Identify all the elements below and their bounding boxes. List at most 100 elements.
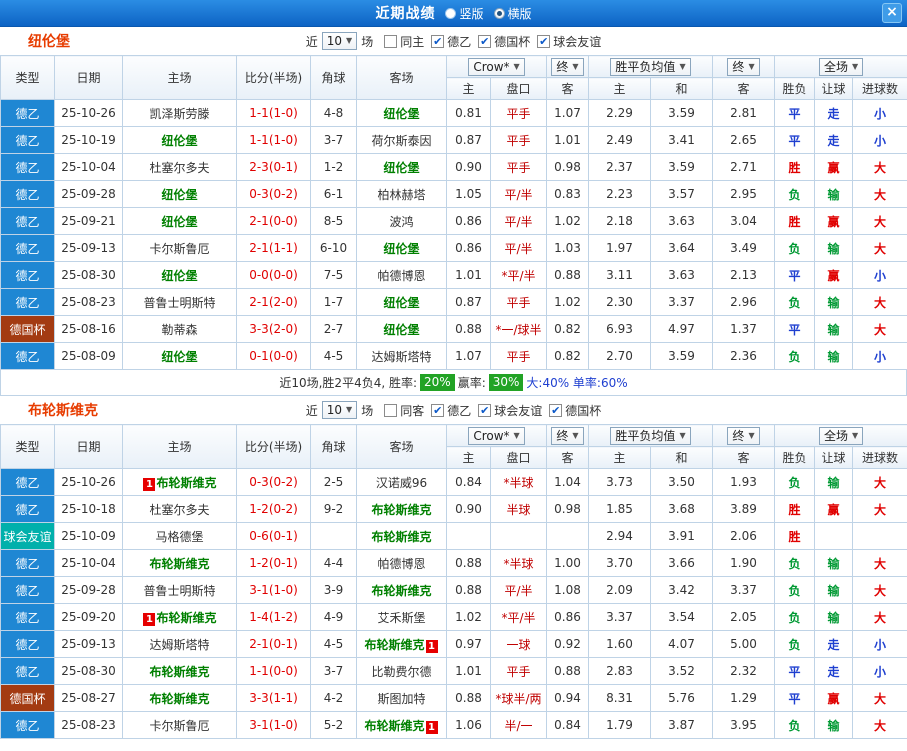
select-value: 胜平负均值 [615, 428, 676, 443]
match-row: 德乙 25-09-28 纽伦堡 0-3(0-2) 6-1 柏林赫塔 1.05 平/半 0.83 2… [0, 180, 907, 208]
avg-away-odds: 5.00 [712, 630, 776, 658]
select-value: 胜平负均值 [615, 59, 676, 74]
away-odds: 0.82 [546, 342, 589, 370]
subcol-header: 盘口 [490, 446, 547, 469]
result-handicap: 赢 [814, 684, 854, 712]
home-team-cell: 布轮斯维克 [122, 684, 237, 712]
layout-radio-vertical[interactable]: 竖版 [445, 5, 484, 22]
filter-bar: 近 10 ▼ 场 同客 ✔ 德乙 ✔ 球会友谊 ✔ 德国杯 [305, 401, 601, 419]
final-odds-select[interactable]: 终 ▼ [551, 426, 584, 445]
filter-checkbox[interactable]: ✔ 德国杯 [549, 402, 601, 419]
filter-checkbox[interactable]: ✔ 球会友谊 [537, 33, 601, 50]
home-odds: 0.97 [446, 630, 491, 658]
away-team-cell: 波鸿 [356, 207, 447, 235]
match-type-badge: 德乙 [0, 603, 55, 631]
checkbox-label: 同客 [400, 403, 425, 418]
team-name: 帕德博恩 [377, 556, 426, 571]
result-wdl: 负 [774, 576, 816, 604]
final-odds-select-2[interactable]: 终 ▼ [727, 57, 760, 76]
home-team-cell: 马格德堡 [122, 522, 237, 550]
match-score: 1-4(1-2) [236, 603, 311, 631]
result-overunder: 小 [852, 657, 907, 685]
header-odds-source: Crow* ▼ [446, 424, 547, 447]
scope-select[interactable]: 全场 ▼ [818, 57, 864, 76]
away-team-cell: 柏林赫塔 [356, 180, 447, 208]
odds-source-select[interactable]: Crow* ▼ [468, 57, 525, 76]
home-odds: 1.01 [446, 261, 491, 289]
filter-near-label: 近 [305, 403, 318, 418]
result-handicap: 输 [814, 711, 854, 739]
layout-radio-horizontal[interactable]: 横版 [493, 5, 532, 22]
filter-checkbox[interactable]: 同主 [384, 33, 424, 50]
filter-checkbox[interactable]: ✔ 德乙 [431, 402, 471, 419]
summary-text: 近10场,胜2平4负4, 胜率: [279, 376, 418, 390]
match-type-badge: 德乙 [0, 495, 55, 523]
header-avg-odds: 胜平负均值 ▼ [587, 55, 714, 78]
avg-home-odds: 3.70 [588, 549, 651, 577]
home-team-cell: 杜塞尔多夫 [122, 153, 237, 181]
avg-odds-select[interactable]: 胜平负均值 ▼ [610, 57, 691, 76]
match-score: 1-2(0-1) [236, 549, 311, 577]
team-name: 布轮斯维克 [371, 502, 432, 517]
avg-away-odds: 2.96 [712, 288, 776, 316]
match-date: 25-08-23 [54, 711, 123, 739]
recent-count-select[interactable]: 10 ▼ [321, 401, 358, 419]
home-odds: 0.87 [446, 126, 491, 154]
result-overunder: 大 [852, 468, 907, 496]
result-wdl: 负 [774, 711, 816, 739]
subcol-header: 主 [446, 446, 491, 469]
home-odds: 0.88 [446, 549, 491, 577]
team-title: 纽伦堡 [28, 34, 70, 50]
recent-count-select[interactable]: 10 ▼ [321, 32, 358, 50]
final-odds-select-2[interactable]: 终 ▼ [727, 426, 760, 445]
away-odds: 1.04 [546, 468, 589, 496]
away-team-cell: 布轮斯维克 [356, 495, 447, 523]
avg-draw-odds: 3.59 [649, 153, 714, 181]
team-name: 卡尔斯鲁厄 [149, 718, 210, 733]
home-team-cell: 1 布轮斯维克 [122, 468, 237, 496]
col-date: 日期 [54, 424, 123, 469]
checkbox-label: 球会友谊 [494, 403, 543, 418]
match-row: 德乙 25-08-23 普鲁士明斯特 2-1(2-0) 1-7 纽伦堡 0.87 平手 1.02… [0, 288, 907, 316]
match-corners: 6-10 [310, 234, 357, 262]
chevron-down-icon: ▼ [572, 430, 579, 440]
header-avg-odds: 胜平负均值 ▼ [587, 424, 714, 447]
chevron-down-icon: ▼ [748, 61, 755, 71]
chevron-down-icon: ▼ [346, 405, 353, 414]
match-row: 德乙 25-09-21 纽伦堡 2-1(0-0) 8-5 波鸿 0.86 平/半 1.02 2.1… [0, 207, 907, 235]
chevron-down-icon: ▼ [346, 36, 353, 45]
team-name: 纽伦堡 [383, 322, 420, 337]
match-date: 25-10-04 [54, 549, 123, 577]
col-home: 主场 [122, 424, 237, 469]
result-handicap [814, 522, 854, 550]
final-odds-select[interactable]: 终 ▼ [551, 57, 584, 76]
home-odds: 0.81 [446, 99, 491, 127]
avg-draw-odds: 3.52 [649, 657, 714, 685]
match-corners: 3-7 [310, 657, 357, 685]
avg-odds-select[interactable]: 胜平负均值 ▼ [610, 426, 691, 445]
result-wdl: 负 [774, 549, 816, 577]
result-handicap: 输 [814, 288, 854, 316]
match-type-badge: 德乙 [0, 261, 55, 289]
match-corners: 4-5 [310, 630, 357, 658]
avg-away-odds: 3.49 [712, 234, 776, 262]
result-wdl: 负 [774, 468, 816, 496]
filter-checkbox[interactable]: ✔ 球会友谊 [478, 402, 542, 419]
select-value: 终 [556, 59, 569, 74]
away-odds: 0.92 [546, 630, 589, 658]
team-name: 布轮斯维克 [364, 637, 425, 652]
filter-checkbox[interactable]: ✔ 德国杯 [478, 33, 530, 50]
close-button[interactable]: × [882, 3, 902, 23]
filter-checkbox[interactable]: 同客 [384, 402, 424, 419]
match-date: 25-09-13 [54, 234, 123, 262]
handicap-line: 平手 [490, 99, 547, 127]
team-name: 布轮斯维克 [371, 529, 432, 544]
avg-away-odds: 2.65 [712, 126, 776, 154]
away-team-cell: 布轮斯维克 [356, 522, 447, 550]
filter-checkbox[interactable]: ✔ 德乙 [431, 33, 471, 50]
win-rate-badge: 20% [420, 374, 455, 391]
odds-source-select[interactable]: Crow* ▼ [468, 426, 525, 445]
scope-select[interactable]: 全场 ▼ [818, 426, 864, 445]
result-overunder: 小 [852, 99, 907, 127]
away-team-cell: 纽伦堡 [356, 153, 447, 181]
